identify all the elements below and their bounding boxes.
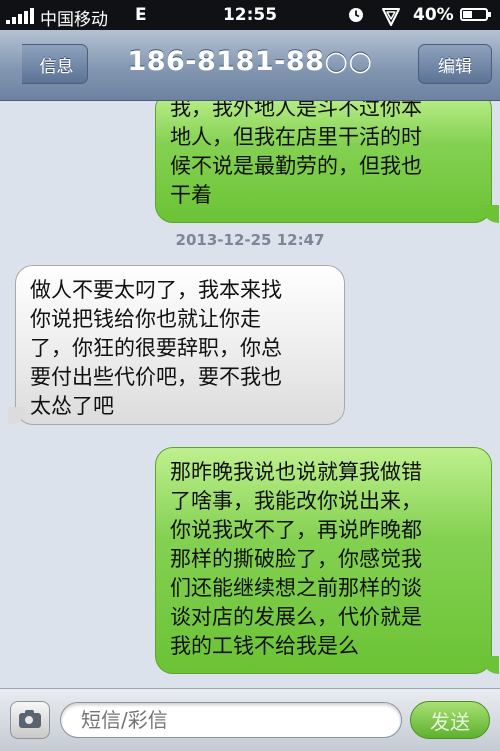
battery-fill: [463, 11, 472, 18]
send-button[interactable]: 发送: [410, 701, 490, 739]
compose-bar: 发送: [0, 688, 500, 751]
clock-icon: [349, 8, 363, 22]
bubble-tail: [481, 656, 499, 674]
message-timestamp: 2013-12-25 12:47: [175, 231, 325, 249]
bubble-tail: [481, 205, 499, 223]
message-input[interactable]: [60, 702, 402, 738]
battery-percent: 40%: [413, 5, 454, 25]
camera-button[interactable]: [10, 701, 50, 739]
edit-button[interactable]: 编辑: [418, 44, 492, 84]
navigation-bar: 信息 186-8181-88○○ 编辑: [0, 30, 500, 101]
back-button[interactable]: 信息: [1, 43, 88, 86]
send-button-label: 发送: [430, 709, 470, 734]
conversation-title: 186-8181-88○○: [127, 46, 373, 77]
message-text: 我，我外地人是斗不过你本 地人，但我在店里干活的时 候不说是最勤劳的，但我也 干…: [170, 101, 422, 207]
camera-lens-icon: [24, 715, 34, 725]
message-bubble-outgoing[interactable]: 那昨晚我说也说就算我做错 了啥事，我能改你说出来， 你说我改不了，再说昨晚都 那…: [155, 447, 499, 674]
message-text: 做人不要太叼了，我本来找 你说把钱给你也就让你走 了，你狂的很要辞职，你总 要付…: [30, 278, 282, 418]
message-bubble-outgoing[interactable]: 我，我外地人是斗不过你本 地人，但我在店里干活的时 候不说是最勤劳的，但我也 干…: [155, 101, 499, 223]
edit-button-label: 编辑: [438, 56, 472, 77]
message-bubble-incoming[interactable]: 做人不要太叼了，我本来找 你说把钱给你也就让你走 了，你狂的很要辞职，你总 要付…: [8, 265, 345, 425]
back-button-label: 信息: [39, 56, 74, 77]
message-list[interactable]: 我，我外地人是斗不过你本 地人，但我在店里干活的时 候不说是最勤劳的，但我也 干…: [0, 101, 500, 688]
bubble-tail: [8, 407, 26, 425]
status-bar: 中国移动 E 12:55 40%: [0, 0, 500, 30]
location-services-icon: [382, 8, 400, 26]
message-text: 那昨晚我说也说就算我做错 了啥事，我能改你说出来， 你说我改不了，再说昨晚都 那…: [170, 460, 422, 658]
battery-icon: [460, 8, 491, 21]
back-arrow-icon: [1, 43, 44, 86]
